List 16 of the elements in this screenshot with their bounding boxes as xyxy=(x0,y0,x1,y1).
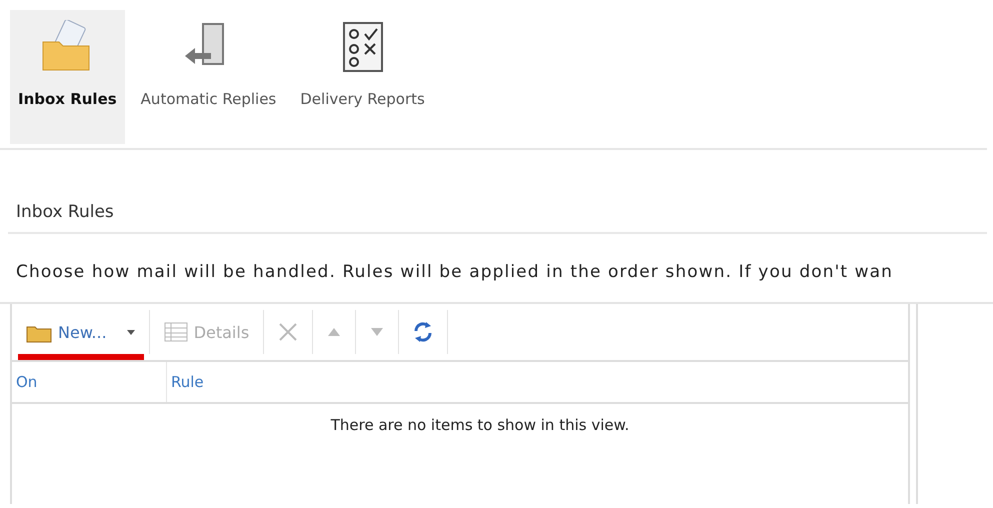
ribbon-tab[interactable]: Delivery Reports xyxy=(292,10,433,144)
new-button[interactable]: New... xyxy=(12,310,150,354)
refresh-icon xyxy=(413,321,434,343)
column-header[interactable]: On xyxy=(12,362,167,402)
close-icon xyxy=(278,322,298,342)
section-title: Inbox Rules xyxy=(16,202,115,222)
column-header[interactable]: Rule xyxy=(167,362,908,402)
ribbon-tab[interactable]: Inbox Rules xyxy=(10,10,125,144)
ribbon-tab[interactable]: Automatic Replies xyxy=(132,10,284,144)
description-text: Choose how mail will be handled. Rules will be applied in the order shown. If you don't wan xyxy=(16,262,894,282)
checklist-icon xyxy=(340,20,385,74)
caret-icon xyxy=(126,330,135,334)
list-icon xyxy=(164,322,188,342)
empty-message: There are no items to show in this view. xyxy=(330,416,630,434)
down-arrow-icon xyxy=(370,327,384,337)
up-arrow-icon xyxy=(327,327,342,337)
